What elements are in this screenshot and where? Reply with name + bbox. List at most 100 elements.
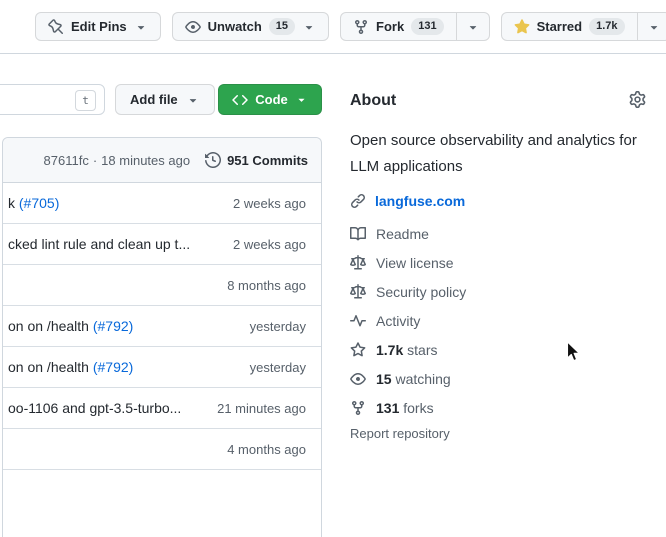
chevron-down-icon (134, 20, 148, 34)
fork-icon (353, 19, 369, 35)
website-row: langfuse.com (350, 193, 646, 209)
pin-icon (48, 19, 64, 35)
watch-count-badge: 15 (269, 18, 295, 35)
law-icon (350, 255, 366, 271)
commit-message-text: cked lint rule and clean up t... (8, 236, 190, 252)
commit-age: yesterday (250, 319, 306, 334)
star-count-badge: 1.7k (589, 18, 624, 35)
commit-age: 21 minutes ago (217, 401, 306, 416)
table-row: k (#705) 2 weeks ago (3, 183, 321, 224)
table-row: 4 months ago (3, 429, 321, 470)
repo-description: Open source observability and analytics … (350, 128, 646, 180)
commit-separator: · (93, 153, 97, 168)
code-label: Code (255, 92, 288, 107)
commit-message[interactable]: on on /health (#792) (8, 359, 238, 375)
about-link-label: 131 forks (376, 400, 434, 416)
about-link-readme[interactable]: Readme (350, 219, 646, 248)
fork-label: Fork (376, 19, 404, 34)
commit-age: 2 weeks ago (233, 196, 306, 211)
goto-file-shortcut-key: t (75, 90, 96, 111)
eye-icon (350, 371, 366, 387)
pulse-icon (350, 313, 366, 329)
star-button-group: Starred 1.7k (501, 12, 666, 41)
latest-commit-link[interactable]: 87611fc · 18 minutes ago (44, 153, 191, 168)
chevron-down-icon (302, 20, 316, 34)
about-link-security-policy[interactable]: Security policy (350, 277, 646, 306)
add-file-button[interactable]: Add file (115, 84, 215, 115)
table-row: on on /health (#792) yesterday (3, 306, 321, 347)
chevron-down-icon (186, 93, 200, 107)
commit-age: 2 weeks ago (233, 237, 306, 252)
table-row: 8 months ago (3, 265, 321, 306)
commit-time: 18 minutes ago (101, 153, 190, 168)
code-button[interactable]: Code (218, 84, 322, 115)
about-link-activity[interactable]: Activity (350, 306, 646, 335)
repo-action-bar: Edit Pins Unwatch 15 Fork 131 Starred 1.… (0, 0, 666, 54)
about-title: About (350, 92, 396, 110)
commits-link[interactable]: 951 Commits (205, 152, 308, 168)
commit-message[interactable]: cked lint rule and clean up t... (8, 236, 221, 252)
history-icon (205, 152, 221, 168)
starred-label: Starred (537, 19, 583, 34)
edit-pins-label: Edit Pins (71, 19, 127, 34)
book-icon (350, 226, 366, 242)
unwatch-label: Unwatch (208, 19, 262, 34)
issue-link[interactable]: (#792) (93, 318, 133, 334)
edit-pins-button[interactable]: Edit Pins (35, 12, 161, 41)
commits-count-label: 951 Commits (227, 153, 308, 168)
about-link-label: 1.7k stars (376, 342, 437, 358)
commit-message[interactable]: oo-1106 and gpt-3.5-turbo... (8, 400, 205, 416)
table-row: on on /health (#792) yesterday (3, 347, 321, 388)
table-row: oo-1106 and gpt-3.5-turbo... 21 minutes a… (3, 388, 321, 429)
eye-icon (185, 19, 201, 35)
fork-button[interactable]: Fork 131 (340, 12, 457, 41)
code-icon (232, 92, 248, 108)
star-dropdown-button[interactable] (637, 12, 666, 41)
commit-age: 8 months ago (227, 278, 306, 293)
about-link-forks[interactable]: 131 forks (350, 393, 646, 422)
commit-message[interactable]: on on /health (#792) (8, 318, 238, 334)
link-icon (350, 193, 366, 209)
table-row: cked lint rule and clean up t... 2 weeks … (3, 224, 321, 265)
star-icon (350, 342, 366, 358)
repo-settings-button[interactable] (629, 91, 646, 111)
gear-icon (629, 91, 646, 108)
latest-commit-bar: 87611fc · 18 minutes ago 951 Commits (3, 138, 321, 183)
issue-link[interactable]: (#705) (19, 195, 59, 211)
chevron-down-icon (466, 20, 480, 34)
starred-button[interactable]: Starred 1.7k (501, 12, 638, 41)
about-link-view-license[interactable]: View license (350, 248, 646, 277)
commit-message-text: on on /health (8, 318, 93, 334)
website-link[interactable]: langfuse.com (375, 193, 465, 209)
report-repository-link[interactable]: Report repository (350, 426, 646, 441)
about-link-label: Activity (376, 313, 420, 329)
fork-count-badge: 131 (411, 18, 443, 35)
star-filled-icon (514, 19, 530, 35)
commit-message[interactable]: k (#705) (8, 195, 221, 211)
commit-message-text: on on /health (8, 359, 93, 375)
about-link-watching[interactable]: 15 watching (350, 364, 646, 393)
commit-message-text: oo-1106 and gpt-3.5-turbo... (8, 400, 181, 416)
file-table-card: 87611fc · 18 minutes ago 951 Commits k (… (2, 137, 322, 537)
commit-message-text: k (8, 195, 19, 211)
file-rows: k (#705)2 weeks agocked lint rule and cl… (3, 183, 321, 470)
about-links: Readme View license Security policy Activit… (350, 219, 646, 422)
add-file-label: Add file (130, 92, 178, 107)
chevron-down-icon (647, 20, 661, 34)
chevron-down-icon (295, 93, 308, 106)
about-link-stars[interactable]: 1.7k stars (350, 335, 646, 364)
unwatch-button[interactable]: Unwatch 15 (172, 12, 329, 41)
fork-button-group: Fork 131 (340, 12, 490, 41)
about-link-label: View license (376, 255, 454, 271)
about-link-label: 15 watching (376, 371, 451, 387)
fork-dropdown-button[interactable] (456, 12, 490, 41)
about-header: About (350, 90, 646, 112)
commit-age: 4 months ago (227, 442, 306, 457)
goto-file-input[interactable]: t (0, 84, 105, 115)
commit-age: yesterday (250, 360, 306, 375)
about-link-label: Readme (376, 226, 429, 242)
issue-link[interactable]: (#792) (93, 359, 133, 375)
about-link-label: Security policy (376, 284, 466, 300)
about-section: About Open source observability and anal… (350, 90, 646, 441)
repo-forked-icon (350, 400, 366, 416)
